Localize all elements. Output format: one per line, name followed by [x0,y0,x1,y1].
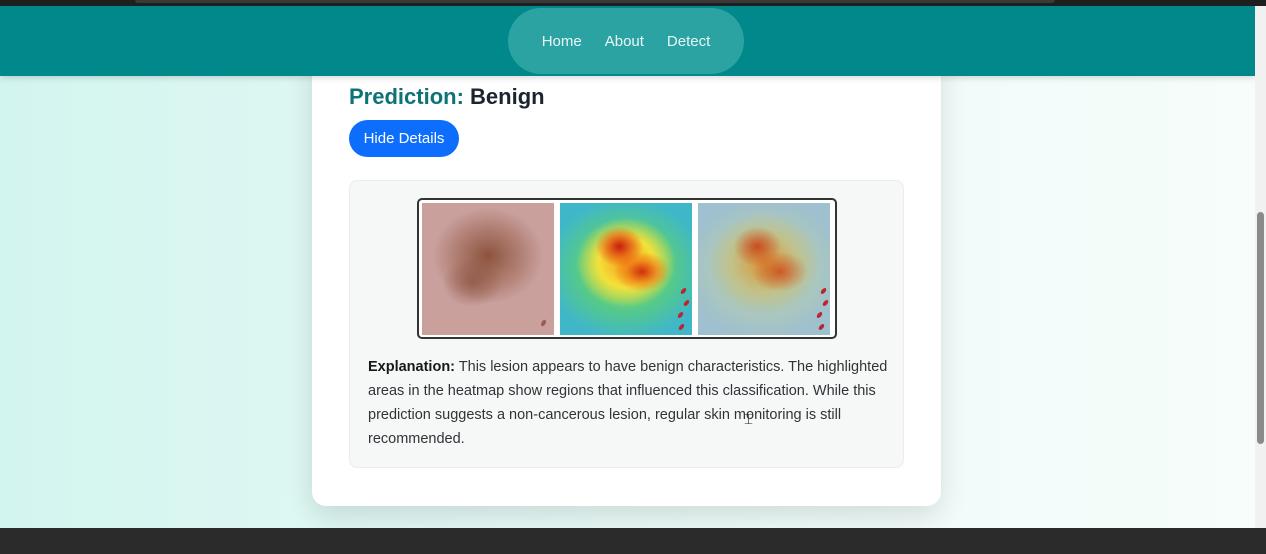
navbar: Home About Detect [0,6,1255,76]
heatmap-overlay-image [698,203,830,335]
prediction-value: Benign [470,84,545,109]
nav-link-detect[interactable]: Detect [667,33,710,50]
details-panel: Explanation: This lesion appears to have… [349,180,904,468]
prediction-label: Prediction: [349,84,464,109]
gradcam-figure [417,198,837,339]
browser-url-bar[interactable] [135,0,1055,3]
explanation-label: Explanation: [368,359,456,375]
nav-menu: Home About Detect [508,8,744,74]
original-lesion-image [422,203,554,335]
text-cursor-icon: ⌶ [744,411,754,428]
nav-link-about[interactable]: About [605,33,644,50]
page-viewport: Home About Detect Prediction: Benign Hid… [0,6,1255,528]
taskbar [0,528,1266,554]
prediction-heading: Prediction: Benign [349,84,545,110]
result-card: Prediction: Benign Hide Details Explanat… [312,46,941,506]
explanation-text: Explanation: This lesion appears to have… [368,355,888,451]
scrollbar[interactable] [1255,6,1266,528]
heatmap-image [560,203,692,335]
nav-link-home[interactable]: Home [542,33,582,50]
hide-details-button[interactable]: Hide Details [349,120,459,157]
scrollbar-thumb[interactable] [1257,212,1264,444]
